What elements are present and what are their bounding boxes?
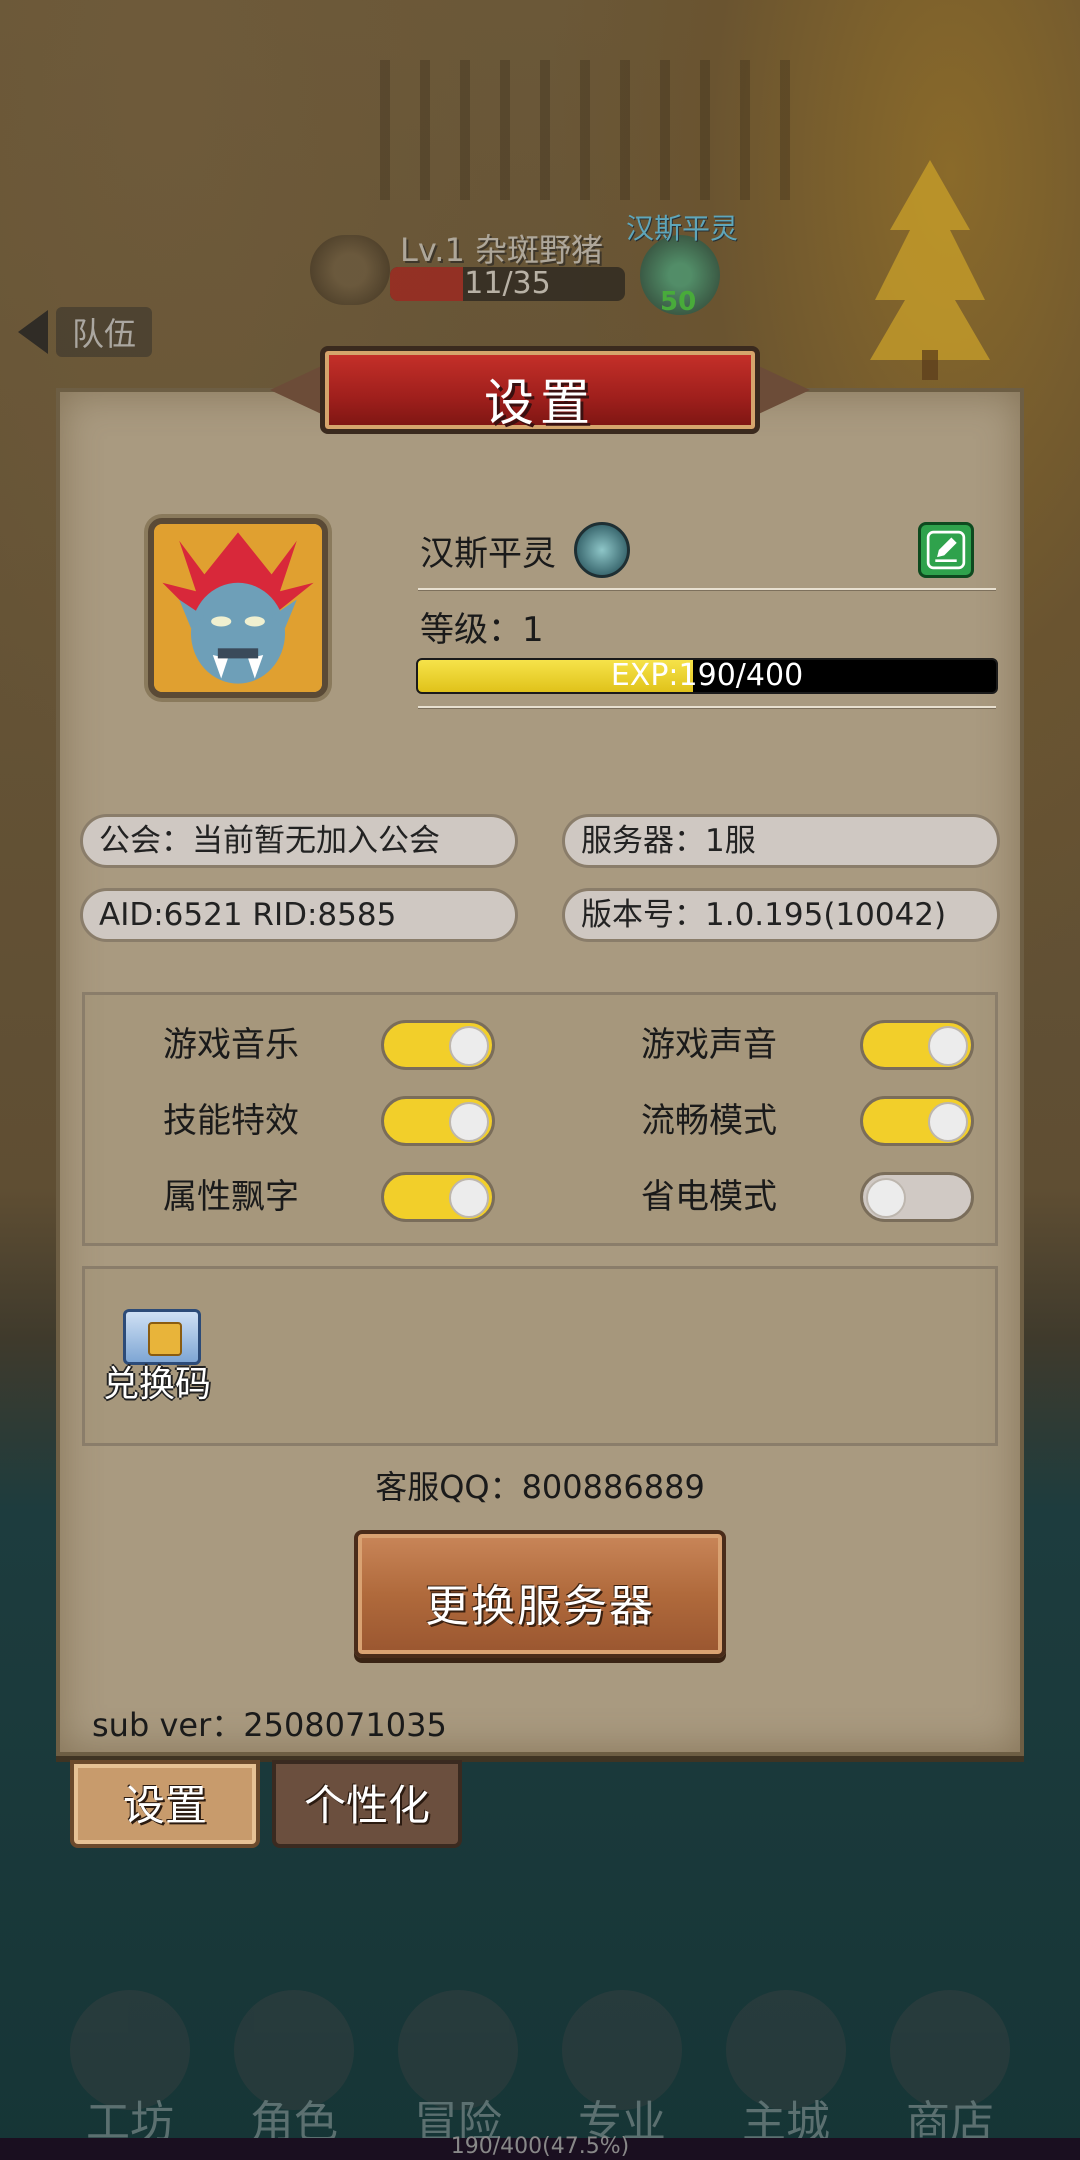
toggle-label-smooth-mode: 流畅模式: [641, 1101, 777, 1141]
nav-workshop[interactable]: 工坊: [50, 1990, 210, 2148]
toggle-sound[interactable]: [860, 1020, 974, 1070]
guild-info: 公会：当前暂无加入公会: [80, 814, 518, 868]
toggle-row: 技能特效 流畅模式: [85, 1091, 995, 1151]
wooden-fence: [380, 60, 800, 200]
weapon-badge-icon: [574, 522, 630, 578]
bottom-nav: 工坊 角色 冒险 专业 主城 商店: [0, 1990, 1080, 2150]
nav-character[interactable]: 角色: [214, 1990, 374, 2148]
hero-mini-name: 汉斯平灵: [626, 212, 739, 245]
nav-profession[interactable]: 专业: [542, 1990, 702, 2148]
title-banner: 设置: [270, 340, 810, 440]
toggle-label-sound: 游戏声音: [641, 1025, 777, 1065]
toggle-row: 属性飘字 省电模式: [85, 1167, 995, 1227]
tab-personalize[interactable]: 个性化: [272, 1760, 462, 1848]
redeem-code-label: 兑换码: [103, 1364, 212, 1405]
toggle-smooth-mode[interactable]: [860, 1096, 974, 1146]
nav-adventure[interactable]: 冒险: [378, 1990, 538, 2148]
enemy-hp-text: 11/35: [464, 267, 551, 301]
tab-settings[interactable]: 设置: [70, 1760, 260, 1848]
server-info: 服务器：1服: [562, 814, 1000, 868]
toggle-label-skill-effects: 技能特效: [163, 1101, 299, 1141]
exp-text: EXP:190/400: [610, 658, 804, 693]
team-label: 队伍: [56, 307, 153, 357]
toggle-settings-box: 游戏音乐 游戏声音 技能特效 流畅模式 属性飘字 省电模式: [82, 992, 998, 1246]
toggle-floating-text[interactable]: [381, 1172, 495, 1222]
boar-portrait-icon: [310, 235, 390, 305]
toggle-knob: [449, 1178, 489, 1218]
troll-portrait-icon: [154, 524, 322, 692]
toggle-label-power-saving: 省电模式: [641, 1177, 777, 1217]
toggle-row: 游戏音乐 游戏声音: [85, 1015, 995, 1075]
back-arrow-icon: [18, 310, 48, 354]
toggle-knob: [928, 1102, 968, 1142]
toggle-skill-effects[interactable]: [381, 1096, 495, 1146]
change-server-label: 更换服务器: [425, 1581, 655, 1632]
toggle-label-floating-text: 属性飘字: [163, 1177, 299, 1217]
account-ids: AID:6521 RID:8585: [80, 888, 518, 942]
pine-tree-icon: [870, 160, 990, 380]
panel-title: 设置: [484, 374, 596, 432]
enemy-name: Lv.1 杂斑野猪: [400, 231, 603, 269]
version-info: 版本号：1.0.195(10042): [562, 888, 1000, 942]
banner-body: 设置: [320, 346, 760, 434]
toggle-knob: [449, 1102, 489, 1142]
sub-version: sub ver：2508071035: [92, 1706, 447, 1744]
player-level: 等级：1: [420, 610, 544, 650]
exp-bar: EXP:190/400: [416, 658, 998, 694]
global-exp-text: 190/400(47.5%): [450, 2134, 630, 2159]
toggle-power-saving[interactable]: [860, 1172, 974, 1222]
customer-service-qq: 客服QQ：800886889: [375, 1468, 705, 1506]
toggle-label-music: 游戏音乐: [163, 1025, 299, 1065]
enemy-hud: Lv.1 杂斑野猪 11/35: [310, 225, 625, 305]
divider: [418, 706, 996, 709]
team-button[interactable]: 队伍: [18, 307, 153, 357]
edit-name-button[interactable]: [918, 522, 974, 578]
nav-shop[interactable]: 商店: [870, 1990, 1030, 2148]
redeem-code-button[interactable]: 兑换码: [85, 1269, 265, 1449]
global-exp-bar: 190/400(47.5%): [0, 2134, 1080, 2160]
change-server-button[interactable]: 更换服务器: [354, 1530, 726, 1658]
enemy-hp-bar: 11/35: [390, 267, 625, 301]
hero-mini-level: 50: [660, 287, 697, 317]
divider: [418, 588, 996, 591]
redeem-box: 兑换码: [82, 1266, 998, 1446]
player-avatar[interactable]: [148, 518, 328, 698]
pencil-edit-icon: [926, 530, 966, 570]
toggle-knob: [449, 1026, 489, 1066]
toggle-knob: [928, 1026, 968, 1066]
toggle-knob: [866, 1178, 906, 1218]
nav-main-city[interactable]: 主城: [706, 1990, 866, 2148]
player-name: 汉斯平灵: [420, 534, 556, 574]
toggle-music[interactable]: [381, 1020, 495, 1070]
